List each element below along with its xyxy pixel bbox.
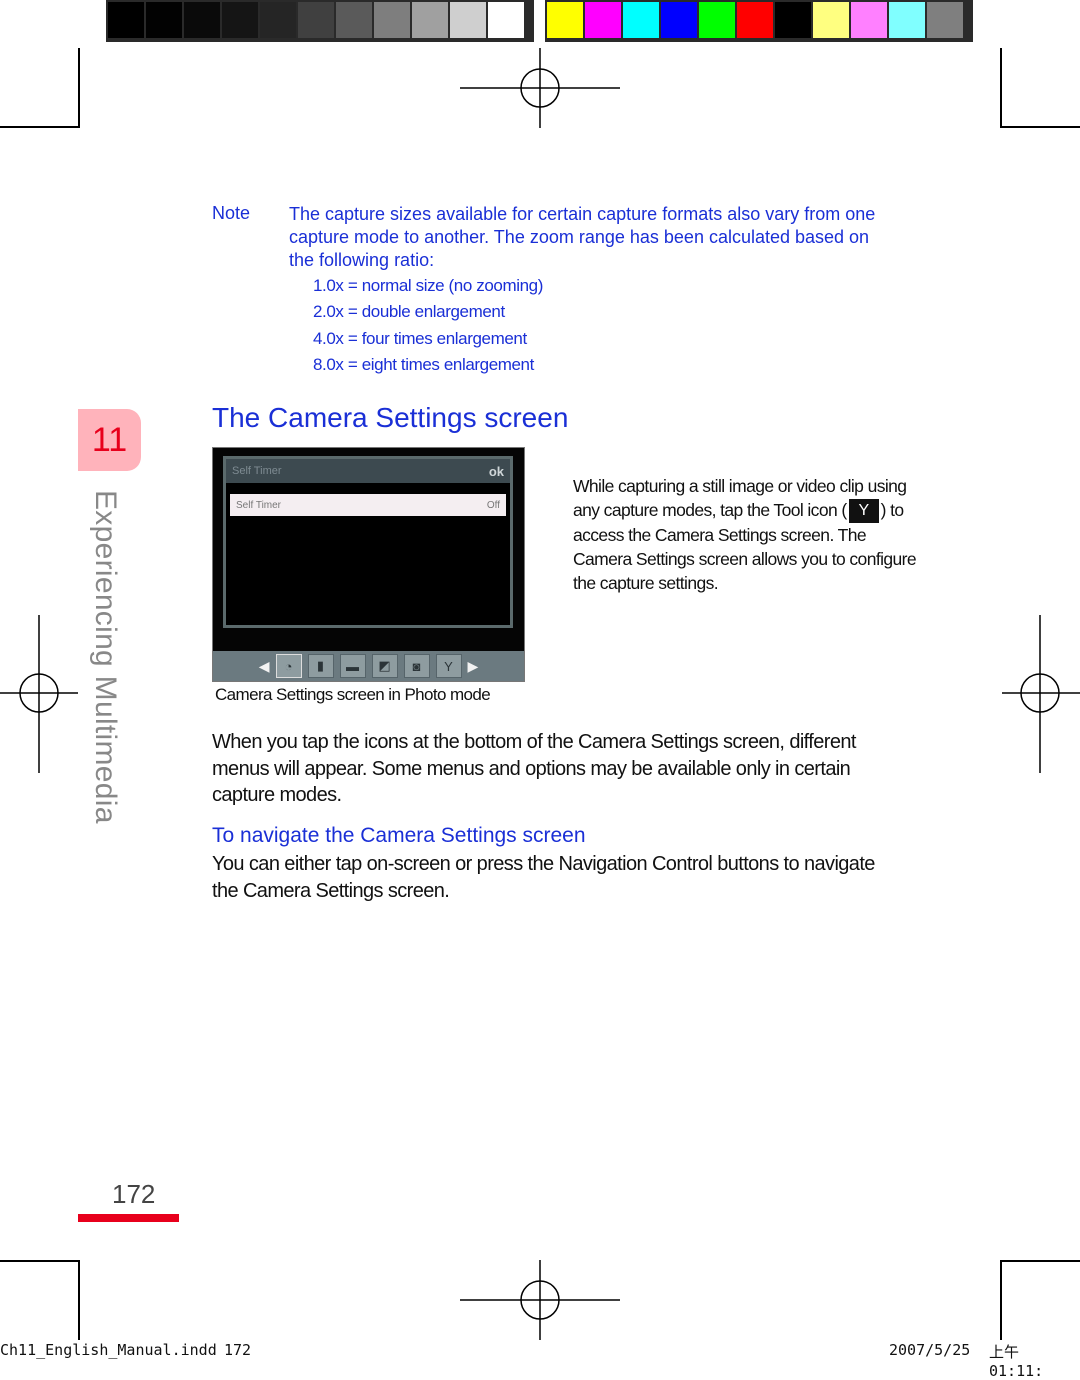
color-swatch xyxy=(336,2,372,38)
page-number-bar xyxy=(78,1214,179,1222)
color-swatch xyxy=(260,2,296,38)
capture-mode-icon[interactable]: ▬ xyxy=(339,654,366,678)
footer-filename: Ch11_English_Manual.indd xyxy=(0,1341,217,1359)
row-value: Off xyxy=(486,499,500,511)
storage-icon[interactable]: ▮ xyxy=(307,654,334,678)
self-timer-row[interactable]: Self Timer Off xyxy=(230,494,506,516)
crop-mark xyxy=(1000,1260,1080,1262)
camera-settings-screenshot: Self Timer ok Self Timer Off ◀ ◔ ▮ ▬ ◩ ◙… xyxy=(212,447,525,682)
color-swatch xyxy=(412,2,448,38)
tool-icon[interactable]: Y xyxy=(435,654,462,678)
color-swatch xyxy=(851,2,887,38)
registration-mark-top xyxy=(460,48,620,128)
ok-button[interactable]: ok xyxy=(489,464,504,479)
arrow-left-icon[interactable]: ◀ xyxy=(259,658,270,675)
crop-mark xyxy=(0,1260,80,1262)
crop-mark xyxy=(1000,1260,1002,1340)
settings-header: Self Timer ok xyxy=(226,459,510,483)
color-swatch xyxy=(623,2,659,38)
footer-page: 172 xyxy=(224,1341,252,1359)
color-swatch xyxy=(222,2,258,38)
color-swatch xyxy=(889,2,925,38)
ambience-icon[interactable]: ◩ xyxy=(371,654,398,678)
self-timer-icon[interactable]: ◔ xyxy=(275,654,302,678)
zoom-ratio-item: 8.0x = eight times enlargement xyxy=(313,355,534,374)
subheading: To navigate the Camera Settings screen xyxy=(212,824,586,847)
footer-date: 2007/5/25 xyxy=(889,1341,971,1359)
body-paragraph: When you tap the icons at the bottom of … xyxy=(212,731,856,806)
settings-header-title: Self Timer xyxy=(232,465,282,477)
color-swatch xyxy=(737,2,773,38)
row-label: Self Timer xyxy=(236,499,282,511)
side-description: While capturing a still image or video c… xyxy=(573,474,918,595)
grayscale-color-bar xyxy=(106,0,534,42)
chapter-title-vertical: Experiencing Multimedia xyxy=(89,490,122,824)
color-swatch xyxy=(146,2,182,38)
registration-mark-left xyxy=(0,615,78,773)
color-swatch xyxy=(585,2,621,38)
crop-mark xyxy=(0,126,80,128)
zoom-ratio-item: 1.0x = normal size (no zooming) xyxy=(313,276,543,295)
figure-caption: Camera Settings screen in Photo mode xyxy=(215,685,491,704)
color-swatch xyxy=(488,2,524,38)
tool-icon: Y xyxy=(848,499,879,524)
color-swatch xyxy=(108,2,144,38)
crop-mark xyxy=(1000,126,1080,128)
color-swatch xyxy=(298,2,334,38)
color-swatch xyxy=(775,2,811,38)
cmyk-color-bar xyxy=(545,0,973,42)
chapter-number-tab: 11 xyxy=(78,409,141,471)
color-swatch xyxy=(547,2,583,38)
crop-mark xyxy=(1000,48,1002,128)
crop-mark xyxy=(78,1260,80,1340)
registration-mark-right xyxy=(1002,615,1080,773)
color-swatch xyxy=(813,2,849,38)
crop-mark xyxy=(78,48,80,128)
zoom-ratio-item: 4.0x = four times enlargement xyxy=(313,329,527,348)
settings-toolbar: ◀ ◔ ▮ ▬ ◩ ◙ Y ▶ xyxy=(213,651,524,681)
color-swatch xyxy=(184,2,220,38)
color-swatch xyxy=(450,2,486,38)
color-swatch xyxy=(661,2,697,38)
color-swatch xyxy=(699,2,735,38)
note-text: The capture sizes available for certain … xyxy=(289,204,876,270)
body-paragraph: You can either tap on-screen or press th… xyxy=(212,853,875,902)
color-swatch xyxy=(927,2,963,38)
page-number: 172 xyxy=(112,1179,156,1209)
zoom-ratio-item: 2.0x = double enlargement xyxy=(313,302,505,321)
color-swatch xyxy=(374,2,410,38)
footer-time: 上午 01:11: xyxy=(989,1343,1044,1380)
registration-mark-bottom xyxy=(460,1260,620,1340)
note-label: Note xyxy=(212,203,251,223)
arrow-right-icon[interactable]: ▶ xyxy=(468,658,479,675)
settings-panel: Self Timer ok Self Timer Off xyxy=(223,456,513,628)
section-title: The Camera Settings screen xyxy=(212,402,569,433)
camera-icon[interactable]: ◙ xyxy=(403,654,430,678)
